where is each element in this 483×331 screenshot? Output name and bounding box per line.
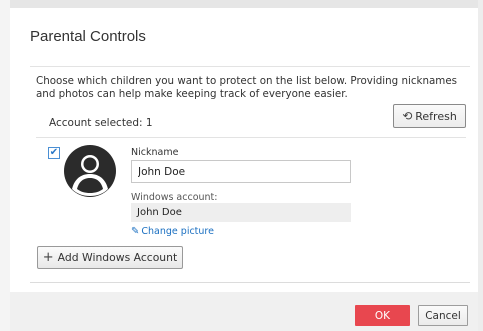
window-left-edge <box>0 0 10 331</box>
ok-button[interactable]: OK <box>355 305 410 326</box>
change-picture-label: Change picture <box>141 226 214 237</box>
parental-controls-dialog: Parental Controls Choose which children … <box>0 0 483 331</box>
cancel-button[interactable]: Cancel <box>418 305 468 326</box>
refresh-button-label: Refresh <box>415 109 457 123</box>
add-windows-account-button[interactable]: + Add Windows Account <box>37 246 183 269</box>
windows-account-label: Windows account: <box>131 192 218 203</box>
intro-text: Choose which children you want to protec… <box>36 75 458 100</box>
footer-divider <box>30 282 470 283</box>
window-top-border <box>0 0 483 8</box>
user-silhouette-icon <box>64 145 116 197</box>
account-checkbox[interactable]: ✔ <box>48 147 60 159</box>
title-divider <box>30 66 470 67</box>
window-right-edge <box>478 0 483 331</box>
plus-icon: + <box>42 250 54 265</box>
add-windows-account-label: Add Windows Account <box>57 251 178 264</box>
nickname-input[interactable] <box>131 160 351 183</box>
checkmark-icon: ✔ <box>49 147 59 158</box>
pencil-icon: ✎ <box>131 226 140 237</box>
account-selected-count: Account selected: 1 <box>49 117 153 129</box>
windows-account-value: John Doe <box>131 203 351 222</box>
dialog-title: Parental Controls <box>30 28 146 45</box>
refresh-button[interactable]: ⟲ Refresh <box>393 104 466 128</box>
refresh-icon: ⟲ <box>402 109 413 123</box>
change-picture-link[interactable]: ✎ Change picture <box>131 226 214 237</box>
nickname-label: Nickname <box>131 147 179 158</box>
list-divider <box>36 137 466 138</box>
